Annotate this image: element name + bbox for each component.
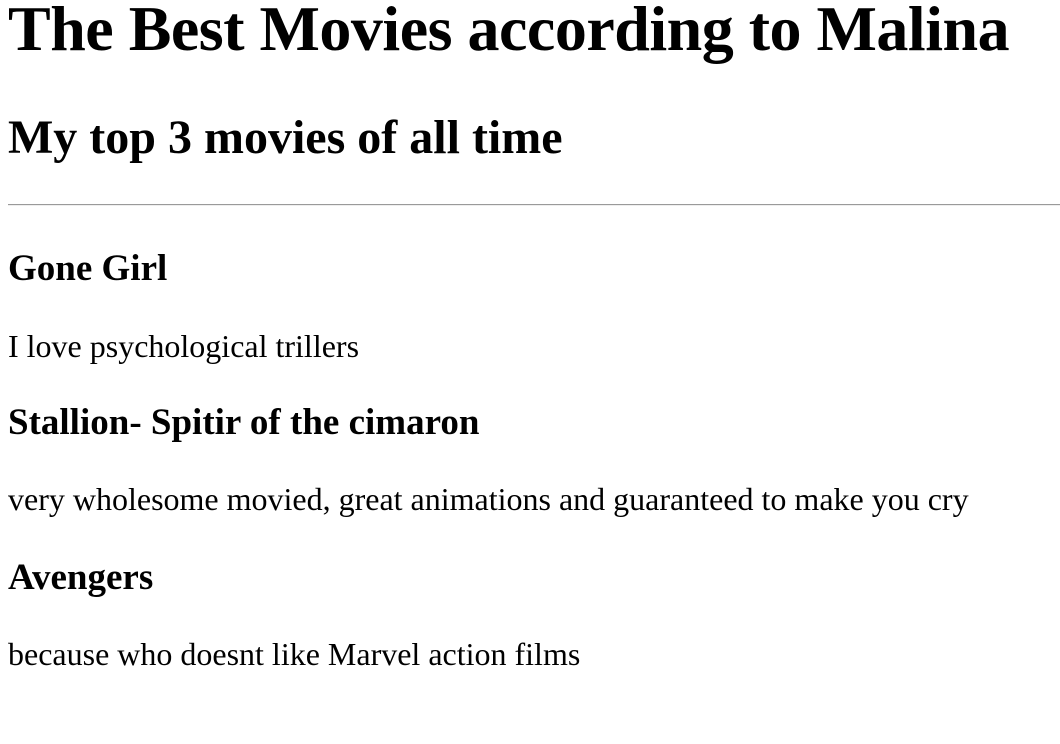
movie-title-gone-girl: Gone Girl	[8, 248, 168, 289]
divider	[8, 204, 1060, 206]
movie-description-gone-girl: I love psychological trillers	[8, 328, 360, 364]
movie-title-avengers: Avengers	[8, 557, 154, 598]
movie-title-stallion: Stallion- Spitir of the cimaron	[8, 402, 480, 443]
movie-description-stallion: very wholesome movied, great animations …	[8, 481, 969, 517]
page-title: The Best Movies according to Malina	[8, 0, 1010, 64]
movie-description-avengers: because who doesnt like Marvel action fi…	[8, 636, 581, 672]
page-subtitle: My top 3 movies of all time	[8, 111, 563, 164]
